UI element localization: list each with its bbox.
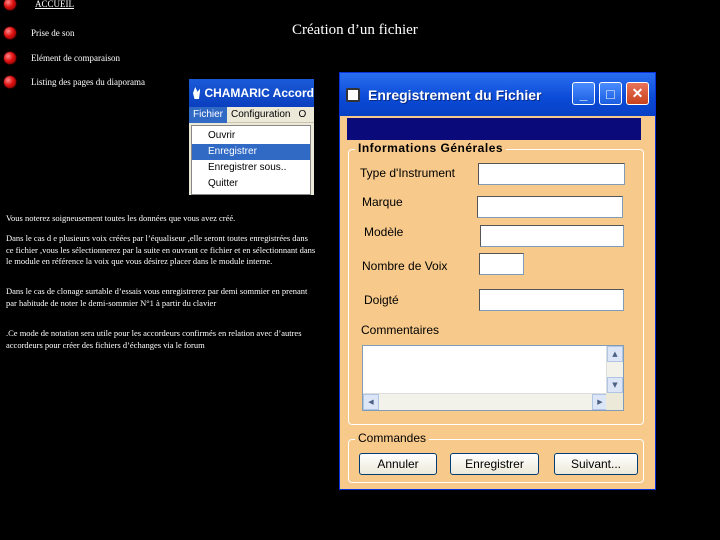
- type-input[interactable]: [478, 163, 625, 185]
- nav-label-comparaison[interactable]: Elément de comparaison: [31, 53, 120, 63]
- scroll-up-icon[interactable]: ▲: [607, 346, 623, 362]
- nav-item-listing[interactable]: Listing des pages du diaporama: [4, 75, 145, 89]
- type-label: Type d'Instrument: [360, 166, 456, 180]
- menu-item-ouvrir[interactable]: Ouvrir: [192, 128, 310, 144]
- comments-textarea[interactable]: ▲ ▼ ◀ ▶: [362, 345, 624, 411]
- nav-item-accueil[interactable]: ACCUEIL: [4, 0, 74, 11]
- menu-item-quitter[interactable]: Quitter: [192, 176, 310, 192]
- comments-label: Commentaires: [361, 323, 440, 337]
- voix-input[interactable]: [479, 253, 524, 275]
- nav-link-accueil[interactable]: ACCUEIL: [35, 0, 74, 9]
- menu-fichier[interactable]: Fichier: [189, 106, 228, 123]
- modele-input[interactable]: [480, 225, 624, 247]
- nav-item-comparaison[interactable]: Elément de comparaison: [4, 51, 120, 65]
- paragraph-3: Dans le cas de clonage surtable d’essais…: [6, 286, 308, 308]
- scroll-down-icon[interactable]: ▼: [607, 377, 623, 393]
- vertical-scrollbar[interactable]: ▲ ▼: [606, 346, 623, 395]
- marque-input[interactable]: [477, 196, 623, 218]
- dialog-titlebar[interactable]: Enregistrement du Fichier _ □ ✕: [340, 73, 655, 116]
- menu-item-enregistrer[interactable]: Enregistrer: [192, 144, 310, 160]
- fichier-dropdown: Ouvrir Enregistrer Enregistrer sous.. Qu…: [191, 125, 311, 195]
- header-band: [347, 118, 641, 140]
- cancel-button[interactable]: Annuler: [359, 453, 437, 475]
- horizontal-scrollbar[interactable]: ◀ ▶: [363, 393, 608, 410]
- nav-label-listing[interactable]: Listing des pages du diaporama: [31, 77, 145, 87]
- commands-group-legend: Commandes: [355, 431, 430, 445]
- save-file-dialog: Enregistrement du Fichier _ □ ✕ Informat…: [339, 72, 656, 490]
- scroll-left-icon[interactable]: ◀: [363, 394, 379, 410]
- doigte-label: Doigté: [364, 293, 399, 307]
- paragraph-2: Dans le cas d e plusieurs voix créées pa…: [6, 233, 316, 266]
- modele-label: Modèle: [364, 225, 404, 239]
- bullet-icon: [4, 76, 16, 88]
- mini-titlebar: CHAMARIC Accord: [189, 79, 314, 107]
- paragraph-4: .Ce mode de notation sera utile pour les…: [6, 328, 302, 350]
- close-button[interactable]: ✕: [626, 82, 649, 105]
- voix-label: Nombre de Voix: [362, 259, 448, 273]
- nav-label-prise-de-son[interactable]: Prise de son: [31, 28, 75, 38]
- page-title: Création d’un fichier: [292, 22, 418, 38]
- dialog-title: Enregistrement du Fichier: [368, 86, 542, 103]
- info-group-legend: Informations Générales: [355, 141, 507, 155]
- nav-item-prise-de-son[interactable]: Prise de son: [4, 26, 75, 40]
- bullet-icon: [4, 0, 16, 10]
- marque-label: Marque: [362, 195, 403, 209]
- mini-menubar: Fichier Configuration O: [189, 106, 314, 123]
- minimize-button[interactable]: _: [572, 82, 595, 105]
- mini-app-title: CHAMARIC Accord: [204, 86, 314, 100]
- menu-other[interactable]: O: [295, 107, 311, 123]
- save-button[interactable]: Enregistrer: [450, 453, 539, 475]
- maximize-button[interactable]: □: [599, 82, 622, 105]
- window-icon: [346, 87, 360, 102]
- paragraph-1: Vous noterez soigneusement toutes les do…: [6, 213, 236, 223]
- menu-item-enregistrer-sous[interactable]: Enregistrer sous..: [192, 160, 310, 176]
- doigte-input[interactable]: [479, 289, 624, 311]
- bullet-icon: [4, 52, 16, 64]
- scrollbar-corner: [606, 393, 623, 410]
- bullet-icon: [4, 27, 16, 39]
- next-button[interactable]: Suivant...: [554, 453, 638, 475]
- app-logo-icon: [193, 87, 201, 99]
- menu-configuration[interactable]: Configuration: [227, 107, 294, 123]
- menu-screenshot: CHAMARIC Accord Fichier Configuration O …: [189, 79, 314, 195]
